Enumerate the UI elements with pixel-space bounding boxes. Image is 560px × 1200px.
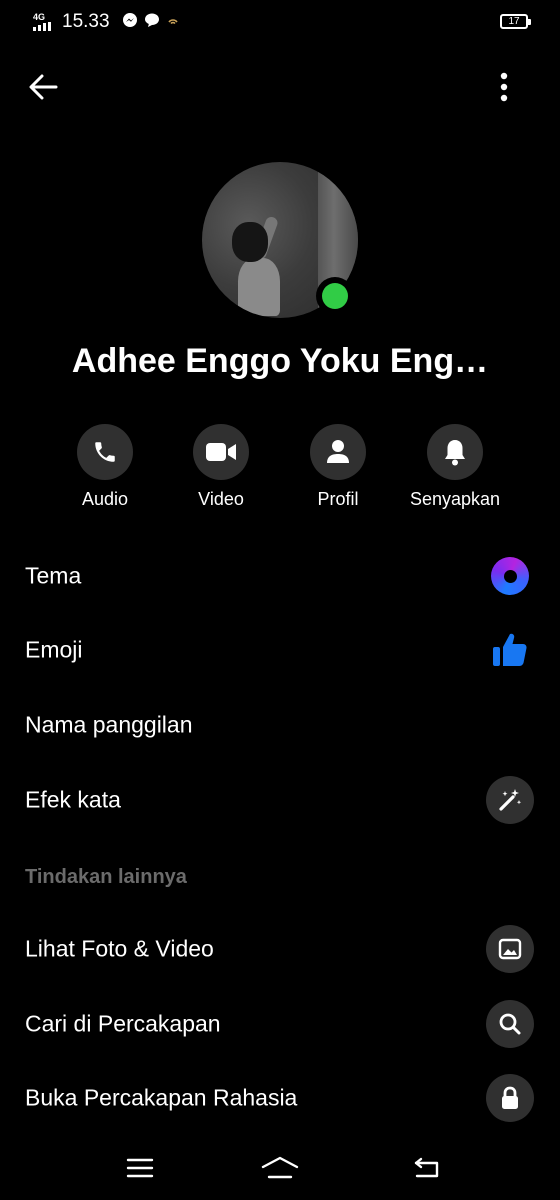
mute-button[interactable]: Senyapkan: [395, 424, 515, 510]
wifi-hotspot-icon: [168, 19, 178, 25]
back-nav-button[interactable]: [402, 1150, 452, 1186]
search-icon: [499, 1013, 521, 1035]
list-item-view-media[interactable]: Lihat Foto & Video: [0, 912, 560, 986]
more-options-button[interactable]: [484, 66, 524, 108]
profile-label: Profil: [317, 489, 359, 509]
profile-name: Adhee Enggo Yoku Eng…: [71, 342, 489, 380]
network-type: 4G: [33, 12, 46, 22]
menu-button[interactable]: [115, 1150, 165, 1186]
more-vertical-icon: [500, 72, 508, 102]
status-time: 15.33: [62, 11, 110, 32]
thumbs-up-icon: [493, 633, 527, 666]
system-nav-bar: [0, 1138, 560, 1200]
video-label: Video: [198, 489, 244, 509]
status-bar: 4G 15.33 17: [0, 0, 560, 44]
list-item-search-conversation[interactable]: Cari di Percakapan: [0, 987, 560, 1061]
list-item-theme[interactable]: Tema: [0, 539, 560, 613]
view-media-label: Lihat Foto & Video: [25, 935, 214, 962]
list-item-nickname[interactable]: Nama panggilan: [0, 688, 560, 762]
battery-level: 17: [508, 16, 520, 27]
bell-icon: [445, 440, 465, 466]
arrow-left-icon: [29, 74, 58, 100]
theme-label: Tema: [25, 562, 82, 589]
image-icon: [498, 938, 522, 960]
theme-icon: [491, 557, 529, 595]
home-button[interactable]: [255, 1150, 305, 1186]
menu-icon: [126, 1158, 154, 1178]
notification-icons: [122, 12, 180, 28]
video-camera-icon: [206, 443, 236, 461]
audio-label: Audio: [81, 489, 129, 509]
messenger-icon: [123, 13, 137, 27]
home-icon: [261, 1156, 299, 1179]
mute-label: Senyapkan: [409, 489, 501, 509]
online-status-indicator: [316, 277, 354, 315]
list-item-secret-conversation[interactable]: Buka Percakapan Rahasia: [0, 1061, 560, 1135]
chat-bubble-icon: [145, 13, 159, 27]
action-row: Audio Video Profil Senyapkan: [0, 424, 560, 524]
profile-button[interactable]: Profil: [278, 424, 398, 510]
word-effects-label: Efek kata: [25, 786, 121, 813]
cellular-signal-icon: 4G: [33, 12, 59, 31]
nickname-label: Nama panggilan: [25, 711, 193, 738]
person-icon: [327, 440, 349, 463]
search-icon-wrap: [486, 1000, 534, 1048]
emoji-label: Emoji: [25, 636, 83, 663]
audio-call-button[interactable]: Audio: [45, 424, 165, 510]
image-icon-wrap: [486, 925, 534, 973]
lock-icon: [502, 1086, 518, 1109]
search-conversation-label: Cari di Percakapan: [25, 1010, 221, 1037]
battery-icon: 17: [500, 14, 531, 29]
back-button[interactable]: [22, 66, 64, 108]
lock-icon-wrap: [486, 1074, 534, 1122]
back-icon: [414, 1157, 439, 1178]
list-item-emoji[interactable]: Emoji: [0, 613, 560, 687]
video-call-button[interactable]: Video: [161, 424, 281, 510]
magic-wand-icon: [499, 789, 522, 811]
magic-wand-icon-wrap: [486, 776, 534, 824]
section-header-more-actions: Tindakan lainnya: [25, 866, 187, 888]
secret-conversation-label: Buka Percakapan Rahasia: [25, 1084, 298, 1111]
phone-icon: [95, 442, 115, 462]
list-item-word-effects[interactable]: Efek kata: [0, 763, 560, 837]
